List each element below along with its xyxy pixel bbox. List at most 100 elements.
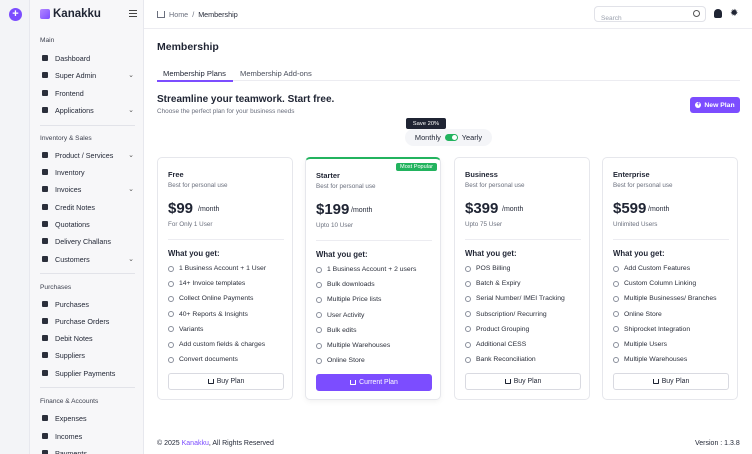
chevron-down-icon[interactable]: ⌄: [128, 255, 134, 263]
breadcrumb: Home / Membership: [157, 10, 238, 19]
sidebar-item[interactable]: Dashboard: [42, 51, 134, 65]
plan-name: Free: [168, 170, 184, 179]
sidebar-item[interactable]: Suppliers: [42, 348, 134, 362]
monthly-label[interactable]: Monthly: [415, 133, 441, 142]
menu-toggle-icon[interactable]: [129, 10, 137, 17]
billing-period-switch[interactable]: [444, 134, 458, 141]
sidebar-item-label: Invoices: [55, 184, 82, 194]
buy-plan-button[interactable]: Buy Plan: [465, 373, 581, 390]
sidebar-item[interactable]: Customers ⌄: [42, 252, 134, 266]
check-circle-icon: [316, 342, 322, 349]
sidebar-item-label: Payments: [55, 448, 87, 454]
footer-brand-link[interactable]: Kanakku: [182, 440, 209, 447]
sidebar-item-label: Applications: [55, 105, 94, 115]
check-circle-icon: [316, 281, 322, 288]
plan-feature: Bulk edits: [316, 327, 356, 334]
notification-bell-icon[interactable]: [714, 9, 722, 18]
plan-price: $199: [316, 201, 350, 218]
super-admin-icon: [42, 72, 48, 78]
plan-feature: Serial Number/ IMEI Tracking: [465, 295, 565, 302]
plan-name: Starter: [316, 171, 340, 180]
cart-icon: [350, 380, 357, 385]
sidebar-item-label: Purchases: [55, 299, 89, 309]
plan-description: Best for personal use: [613, 182, 673, 189]
sidebar-item[interactable]: Payments: [42, 446, 134, 454]
plan-feature: Multiple Warehouses: [316, 342, 390, 349]
search-icon[interactable]: [693, 10, 700, 17]
check-circle-icon: [316, 312, 322, 319]
plan-feature-label: 14+ Invoice templates: [179, 280, 246, 288]
plan-user-limit: Unlimited Users: [613, 221, 658, 228]
plan-period: /month: [351, 207, 373, 214]
sidebar-item-label: Purchase Orders: [55, 316, 110, 326]
buy-plan-button[interactable]: Buy Plan: [613, 373, 729, 390]
plan-feature-label: Add custom fields & charges: [179, 341, 266, 348]
sidebar-divider: [40, 125, 135, 126]
credit-notes-icon: [42, 204, 48, 210]
quotations-icon: [42, 221, 48, 227]
sidebar-item-label: Dashboard: [55, 53, 91, 63]
save-badge: Save 20%: [406, 118, 446, 132]
sidebar-divider: [40, 273, 135, 274]
sidebar-item[interactable]: Super Admin ⌄: [42, 68, 134, 82]
plan-feature-label: Product Grouping: [476, 325, 530, 333]
plan-card: Free Best for personal use $99/month For On…: [157, 157, 293, 400]
expenses-icon: [42, 415, 48, 421]
product-icon: [42, 152, 48, 158]
sidebar-item[interactable]: Product / Services ⌄: [42, 148, 134, 162]
chevron-down-icon[interactable]: ⌄: [128, 71, 134, 79]
tab-membership-plans[interactable]: Membership Plans: [163, 69, 226, 78]
sidebar-item[interactable]: Supplier Payments: [42, 366, 134, 380]
customers-icon: [42, 256, 48, 262]
sidebar-item[interactable]: Frontend: [42, 86, 134, 100]
sidebar-item[interactable]: Debit Notes: [42, 331, 134, 345]
sidebar-item[interactable]: Expenses: [42, 411, 134, 425]
check-circle-icon: [613, 311, 619, 318]
sidebar-item[interactable]: Incomes: [42, 429, 134, 443]
sidebar-section-title: Main: [40, 37, 55, 44]
plan-feature-label: Serial Number/ IMEI Tracking: [476, 295, 565, 303]
chevron-down-icon[interactable]: ⌄: [128, 106, 134, 114]
sidebar-item[interactable]: Purchases: [42, 297, 134, 311]
purchases-icon: [42, 301, 48, 307]
new-plan-label: New Plan: [704, 101, 735, 109]
current-plan-button[interactable]: Current Plan: [316, 374, 432, 391]
yearly-label[interactable]: Yearly: [462, 133, 482, 142]
plan-feature-label: Online Store: [327, 357, 365, 365]
breadcrumb-home[interactable]: Home: [169, 10, 188, 19]
plan-feature-label: Shiprocket Integration: [624, 325, 691, 333]
purchase-orders-icon: [42, 318, 48, 324]
search-input[interactable]: [595, 11, 685, 26]
check-circle-icon: [316, 327, 322, 334]
sidebar-item[interactable]: Quotations: [42, 217, 134, 231]
plan-button-label: Buy Plan: [216, 378, 245, 385]
sidebar-item[interactable]: Invoices ⌄: [42, 182, 134, 196]
plan-feature: Product Grouping: [465, 326, 529, 333]
plan-feature-label: Custom Column Linking: [624, 280, 697, 288]
buy-plan-button[interactable]: Buy Plan: [168, 373, 284, 390]
sidebar-item[interactable]: Purchase Orders: [42, 314, 134, 328]
add-icon[interactable]: +: [9, 8, 22, 21]
new-plan-button[interactable]: + New Plan: [690, 97, 740, 113]
sidebar-item[interactable]: Inventory: [42, 165, 134, 179]
plan-feature-label: Batch & Expiry: [476, 280, 521, 288]
chevron-down-icon[interactable]: ⌄: [128, 151, 134, 159]
check-circle-icon: [168, 311, 174, 318]
breadcrumb-separator: /: [192, 10, 195, 19]
chevron-down-icon[interactable]: ⌄: [128, 185, 134, 193]
check-circle-icon: [613, 280, 619, 287]
tab-membership-addons[interactable]: Membership Add-ons: [240, 69, 312, 78]
plan-divider: [168, 239, 284, 240]
plan-divider: [316, 240, 432, 241]
brand[interactable]: Kanakku: [40, 8, 101, 20]
plan-feature: Collect Online Payments: [168, 295, 253, 302]
settings-gear-icon[interactable]: ✹: [730, 9, 740, 19]
sidebar-item[interactable]: Credit Notes: [42, 200, 134, 214]
home-icon[interactable]: [157, 11, 165, 18]
plan-feature: Batch & Expiry: [465, 280, 521, 287]
plan-feature-label: User Activity: [327, 311, 365, 319]
check-circle-icon: [168, 295, 174, 302]
sidebar-item[interactable]: Delivery Challans: [42, 234, 134, 248]
check-circle-icon: [465, 295, 471, 302]
sidebar-item[interactable]: Applications ⌄: [42, 103, 134, 117]
